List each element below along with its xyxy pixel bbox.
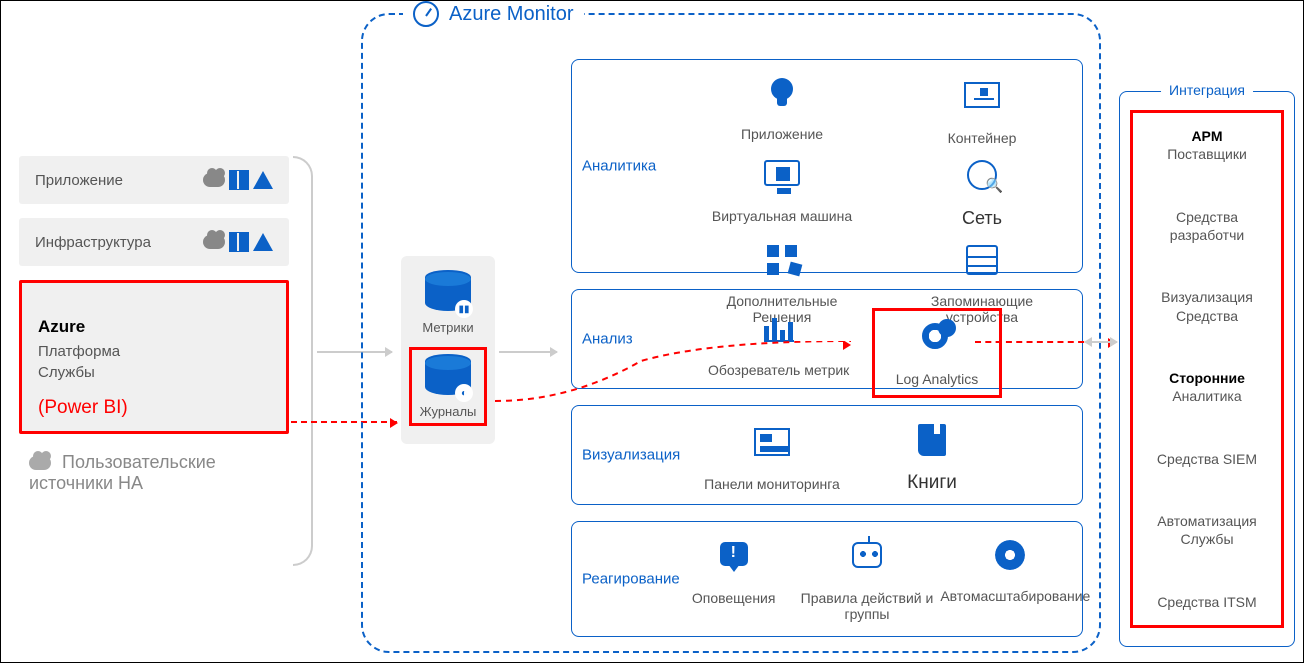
- integration-thirdparty: СторонниеАналитика: [1141, 369, 1273, 405]
- source-icons: [203, 232, 273, 252]
- robot-icon: [852, 542, 882, 568]
- analysis-log-analytics: Log Analytics: [872, 308, 1002, 398]
- viz-workbooks: Книги: [857, 422, 1007, 494]
- source-label: Приложение: [35, 172, 123, 189]
- integration-automation: Автоматизация Службы: [1141, 512, 1273, 548]
- integration-items: APMПоставщики Средства разработчи Визуал…: [1130, 110, 1284, 628]
- section-analytics: Аналитика Приложение Контейнер Виртуальн…: [571, 59, 1083, 273]
- analytics-container: Контейнер: [907, 74, 1057, 146]
- viz-dashboards: Панели мониторинга: [697, 422, 847, 494]
- vm-icon: [764, 160, 800, 186]
- integration-title: Интеграция: [1161, 82, 1253, 98]
- analysis-items: Обозреватель метрик Log Analytics: [572, 290, 1082, 418]
- dashboard-icon: [754, 428, 790, 456]
- source-icons: [203, 170, 273, 190]
- section-respond: Реагирование Оповещения Правила действий…: [571, 521, 1083, 637]
- integration-apm: APMПоставщики: [1141, 127, 1273, 163]
- azure-subtitle: Платформа: [38, 341, 268, 362]
- respond-autoscale: Автомасштабирование: [940, 536, 1080, 622]
- section-label: Реагирование: [582, 571, 680, 588]
- azure-triangle-icon: [253, 233, 273, 251]
- section-label: Анализ: [582, 331, 633, 348]
- azure-triangle-icon: [253, 171, 273, 189]
- section-label: Визуализация: [582, 447, 680, 464]
- analysis-metrics-explorer: Обозреватель метрик: [699, 308, 859, 398]
- lightbulb-icon: [771, 78, 793, 100]
- section-analysis: Анализ Обозреватель метрик Log Analytics: [571, 289, 1083, 389]
- integration-devtools: Средства разработчи: [1141, 208, 1273, 244]
- respond-action-rules: Правила действий и группы: [797, 536, 937, 622]
- sources-bracket: [293, 156, 313, 566]
- book-icon: [918, 424, 946, 456]
- cloud-icon: [203, 235, 225, 249]
- cloud-icon: [203, 173, 225, 187]
- azure-subtitle: Службы: [38, 362, 268, 383]
- gauge-icon: [413, 1, 439, 27]
- gear-icon: [995, 540, 1025, 570]
- storage-icon: [966, 245, 998, 275]
- azure-title: Azure: [38, 317, 268, 337]
- arrow-monitor-to-integration: [1085, 341, 1117, 343]
- source-custom: Пользовательские источники НА: [19, 444, 289, 502]
- custom-source-label: Пользовательские источники НА: [29, 452, 216, 493]
- source-label: Инфраструктура: [35, 234, 151, 251]
- source-application: Приложение: [19, 156, 289, 204]
- sources-column: Приложение Инфраструктура Azure Платформ…: [19, 156, 289, 502]
- respond-alerts: Оповещения: [674, 536, 794, 622]
- integration-container: Интеграция APMПоставщики Средства разраб…: [1119, 91, 1295, 647]
- analytics-application: Приложение: [707, 74, 857, 146]
- integration-viz: Визуализация Средства: [1141, 288, 1273, 324]
- integration-siem: Средства SIEM: [1141, 450, 1273, 468]
- section-label: Аналитика: [582, 158, 656, 175]
- monitor-title-text: Azure Monitor: [449, 3, 574, 26]
- squares-icon: [767, 245, 797, 275]
- source-infrastructure: Инфраструктура: [19, 218, 289, 266]
- buildings-icon: [229, 232, 249, 252]
- container-icon: [964, 82, 1000, 108]
- bar-chart-icon: [764, 314, 794, 342]
- section-visualization: Визуализация Панели мониторинга Книги: [571, 405, 1083, 505]
- powerbi-label: (Power BI): [38, 397, 268, 419]
- cloud-icon: [29, 456, 51, 470]
- log-analytics-icon: [922, 323, 952, 353]
- buildings-icon: [229, 170, 249, 190]
- source-azure-platform: Azure Платформа Службы (Power BI): [19, 280, 289, 434]
- analytics-vm: Виртуальная машина: [707, 156, 857, 229]
- globe-search-icon: [967, 160, 997, 190]
- analytics-network: Сеть: [907, 156, 1057, 229]
- alert-icon: [720, 542, 748, 566]
- azure-monitor-title: Azure Monitor: [403, 1, 584, 27]
- integration-itsm: Средства ITSM: [1141, 593, 1273, 611]
